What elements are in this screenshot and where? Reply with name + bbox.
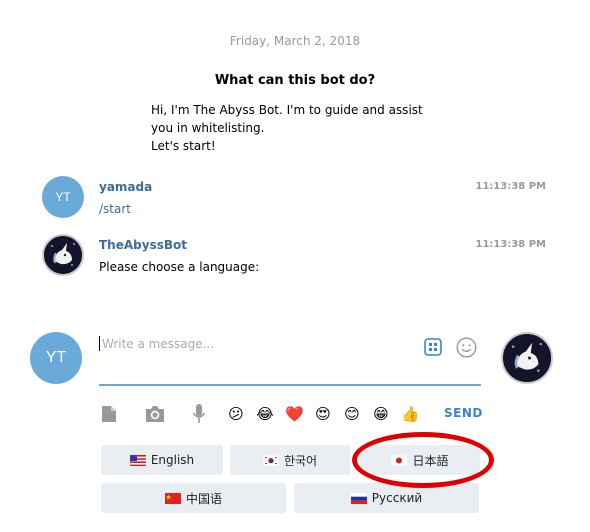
smiling-face-icon[interactable]: 😊: [343, 405, 361, 423]
text-caret: [99, 336, 100, 351]
bot-avatar[interactable]: [42, 234, 84, 276]
lang-label: Русский: [371, 491, 423, 505]
lang-button-korean[interactable]: 한국어: [230, 445, 350, 475]
emoji-picker-icon[interactable]: [456, 337, 477, 358]
lang-label: English: [150, 453, 195, 467]
composer-user-avatar[interactable]: YT: [30, 332, 82, 384]
highlight-ellipse: [352, 432, 494, 488]
message-time: 11:13:38 PM: [475, 239, 546, 250]
intro-line: Let's start!: [151, 139, 216, 153]
message-author[interactable]: TheAbyssBot: [99, 238, 187, 252]
intro-line: you in whitelisting.: [151, 121, 265, 135]
us-flag-icon: [129, 454, 146, 466]
message-time: 11:13:38 PM: [475, 181, 546, 192]
lang-button-russian[interactable]: Русский: [294, 483, 479, 513]
grinning-face-icon[interactable]: 😁: [372, 405, 390, 423]
bot-commands-icon[interactable]: [424, 338, 442, 356]
avatar-initials: YT: [45, 349, 67, 366]
lang-label: 中国语: [185, 491, 222, 506]
file-icon[interactable]: [101, 405, 117, 423]
message-text: Please choose a language:: [99, 260, 260, 274]
message-text[interactable]: /start: [99, 202, 131, 216]
send-button[interactable]: SEND: [444, 406, 483, 420]
bot-unicorn-icon: [503, 334, 551, 382]
user-avatar[interactable]: YT: [42, 176, 84, 218]
bot-intro-description: Hi, I'm The Abyss Bot. I'm to guide and …: [151, 101, 431, 155]
kr-flag-icon: [262, 454, 279, 466]
tears-of-joy-face-icon[interactable]: 😂: [256, 405, 274, 423]
confused-face-icon[interactable]: 😕: [227, 405, 245, 423]
message-author[interactable]: yamada: [99, 180, 152, 194]
heart-eyes-face-icon[interactable]: 😍: [314, 405, 332, 423]
camera-icon[interactable]: [144, 405, 166, 423]
microphone-icon[interactable]: [192, 403, 206, 425]
message-placeholder: Write a message...: [102, 337, 215, 351]
lang-button-chinese[interactable]: 中国语: [101, 483, 286, 513]
lang-label: 한국어: [283, 453, 318, 468]
red-heart-icon[interactable]: ❤️: [285, 405, 304, 423]
bot-unicorn-icon: [44, 236, 82, 274]
intro-line: Hi, I'm The Abyss Bot. I'm to guide and …: [151, 103, 423, 117]
lang-button-english[interactable]: English: [101, 445, 223, 475]
bot-intro-title: What can this bot do?: [214, 73, 376, 88]
thumbs-up-icon[interactable]: 👍: [401, 405, 420, 423]
date-separator: Friday, March 2, 2018: [229, 34, 361, 48]
peer-bot-avatar[interactable]: [501, 332, 553, 384]
cn-flag-icon: [164, 492, 181, 504]
avatar-initials: YT: [55, 190, 71, 204]
ru-flag-icon: [350, 492, 367, 504]
